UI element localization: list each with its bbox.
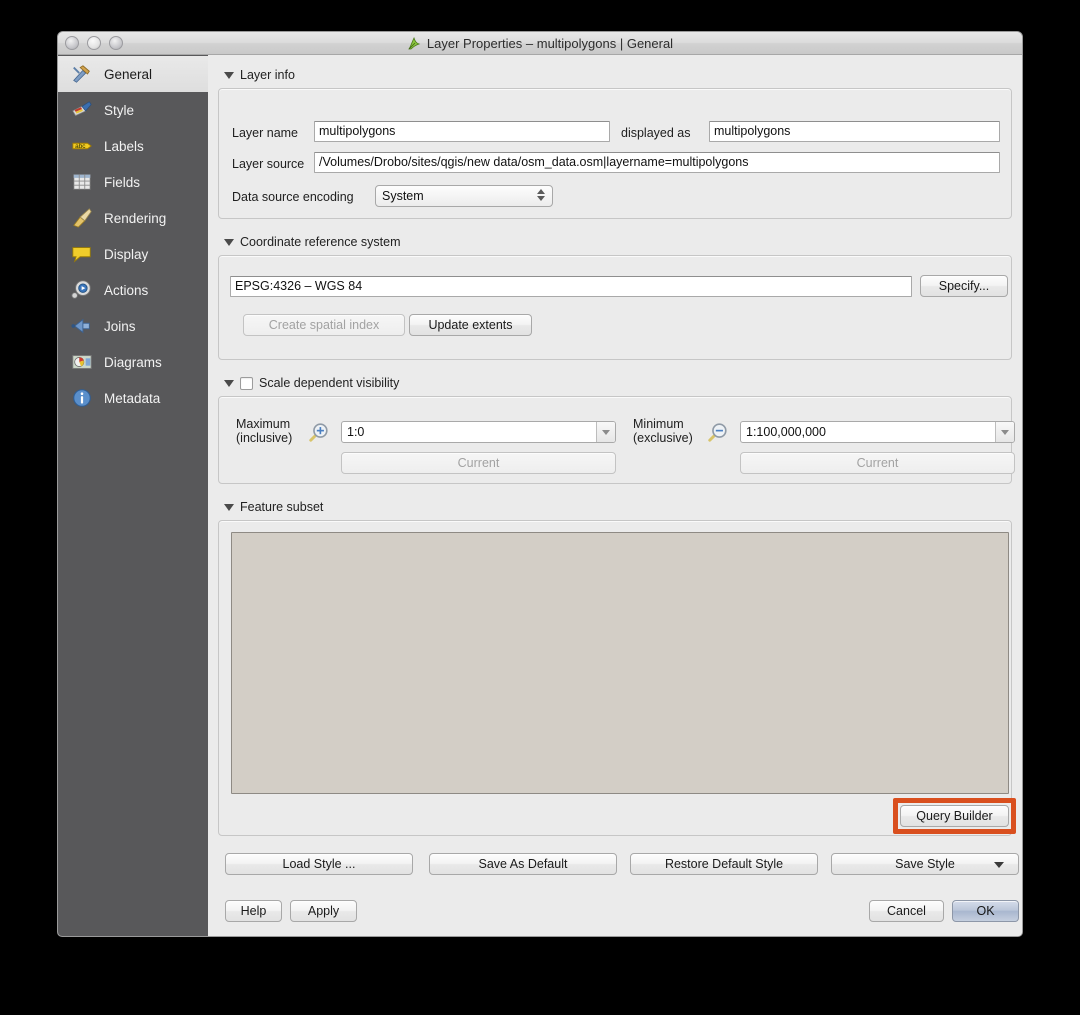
qgis-icon bbox=[407, 37, 421, 51]
sidebar-item-label: Display bbox=[104, 247, 148, 262]
layer-source-label: Layer source bbox=[232, 157, 304, 171]
feature-subset-textarea[interactable] bbox=[231, 532, 1009, 794]
sidebar-item-style[interactable]: Style bbox=[58, 92, 208, 128]
hammer-wrench-icon bbox=[71, 63, 93, 85]
crs-group: EPSG:4326 – WGS 84 Specify... Create spa… bbox=[218, 255, 1012, 360]
chevron-down-icon[interactable] bbox=[995, 422, 1014, 442]
dialog-buttons-row: Help Apply Cancel OK bbox=[218, 900, 1012, 930]
layer-info-section-header[interactable]: Layer info bbox=[224, 65, 1012, 85]
table-grid-icon bbox=[71, 171, 93, 193]
title-bar: Layer Properties – multipolygons | Gener… bbox=[58, 32, 1022, 55]
feature-subset-title: Feature subset bbox=[240, 500, 323, 514]
chevron-down-icon[interactable] bbox=[596, 422, 615, 442]
main-panel: Layer info Layer name multipolygons disp… bbox=[208, 55, 1022, 937]
data-source-encoding-label: Data source encoding bbox=[232, 190, 354, 204]
minimum-scale-select[interactable]: 1:100,000,000 bbox=[740, 421, 1015, 443]
stepper-icon bbox=[537, 189, 545, 201]
sidebar-item-label: General bbox=[104, 67, 152, 82]
restore-default-style-button[interactable]: Restore Default Style bbox=[630, 853, 818, 875]
sidebar-item-label: Diagrams bbox=[104, 355, 162, 370]
crs-input[interactable]: EPSG:4326 – WGS 84 bbox=[230, 276, 912, 297]
sidebar: General Style abc Labels bbox=[58, 55, 208, 937]
sidebar-item-fields[interactable]: Fields bbox=[58, 164, 208, 200]
scale-dependent-visibility-checkbox[interactable] bbox=[240, 377, 253, 390]
help-button[interactable]: Help bbox=[225, 900, 282, 922]
zoom-in-icon bbox=[308, 421, 330, 443]
zoom-out-icon bbox=[707, 421, 729, 443]
displayed-as-label: displayed as bbox=[621, 126, 691, 140]
svg-text:abc: abc bbox=[75, 143, 86, 150]
sidebar-item-label: Joins bbox=[104, 319, 136, 334]
paint-brush-icon bbox=[71, 99, 93, 121]
window-body: General Style abc Labels bbox=[58, 55, 1022, 937]
style-buttons-row: Load Style ... Save As Default Restore D… bbox=[218, 853, 1012, 883]
sidebar-item-label: Metadata bbox=[104, 391, 160, 406]
sidebar-item-display[interactable]: Display bbox=[58, 236, 208, 272]
maximum-scale-label: Maximum (inclusive) bbox=[236, 417, 292, 445]
save-style-label: Save Style bbox=[895, 857, 955, 871]
speech-bubble-icon bbox=[71, 243, 93, 265]
sidebar-item-label: Style bbox=[104, 103, 134, 118]
save-style-button[interactable]: Save Style bbox=[831, 853, 1019, 875]
sidebar-item-label: Actions bbox=[104, 283, 148, 298]
chevron-down-icon bbox=[224, 239, 234, 246]
crs-section-header[interactable]: Coordinate reference system bbox=[224, 232, 1012, 252]
minimum-scale-value: 1:100,000,000 bbox=[746, 425, 826, 439]
sidebar-item-joins[interactable]: Joins bbox=[58, 308, 208, 344]
sidebar-item-label: Fields bbox=[104, 175, 140, 190]
displayed-as-input[interactable]: multipolygons bbox=[709, 121, 1000, 142]
layer-properties-window: Layer Properties – multipolygons | Gener… bbox=[57, 31, 1023, 937]
window-title: Layer Properties – multipolygons | Gener… bbox=[427, 36, 673, 51]
sidebar-item-actions[interactable]: Actions bbox=[58, 272, 208, 308]
query-builder-highlight-annotation bbox=[893, 798, 1016, 834]
chevron-down-icon bbox=[224, 380, 234, 387]
data-source-encoding-value: System bbox=[382, 189, 424, 203]
current-minimum-button: Current bbox=[740, 452, 1015, 474]
cancel-button[interactable]: Cancel bbox=[869, 900, 944, 922]
broom-icon bbox=[71, 207, 93, 229]
layer-info-group: Layer name multipolygons displayed as mu… bbox=[218, 88, 1012, 219]
sidebar-item-label: Labels bbox=[104, 139, 144, 154]
sidebar-item-general[interactable]: General bbox=[58, 56, 208, 92]
info-icon bbox=[71, 387, 93, 409]
chevron-down-icon bbox=[224, 504, 234, 511]
scale-visibility-title: Scale dependent visibility bbox=[259, 376, 399, 390]
scale-visibility-group: Maximum (inclusive) 1:0 Current Minimum … bbox=[218, 396, 1012, 484]
sidebar-item-metadata[interactable]: Metadata bbox=[58, 380, 208, 416]
maximum-scale-value: 1:0 bbox=[347, 425, 364, 439]
sidebar-item-label: Rendering bbox=[104, 211, 166, 226]
update-extents-button[interactable]: Update extents bbox=[409, 314, 532, 336]
abc-label-icon: abc bbox=[71, 135, 93, 157]
sidebar-item-diagrams[interactable]: Diagrams bbox=[58, 344, 208, 380]
chevron-down-icon bbox=[224, 72, 234, 79]
minimum-scale-label: Minimum (exclusive) bbox=[633, 417, 693, 445]
sidebar-item-labels[interactable]: abc Labels bbox=[58, 128, 208, 164]
maximum-scale-select[interactable]: 1:0 bbox=[341, 421, 616, 443]
apply-button[interactable]: Apply bbox=[290, 900, 357, 922]
ok-button[interactable]: OK bbox=[952, 900, 1019, 922]
crs-title: Coordinate reference system bbox=[240, 235, 401, 249]
save-as-default-button[interactable]: Save As Default bbox=[429, 853, 617, 875]
gear-play-icon bbox=[71, 279, 93, 301]
layer-name-label: Layer name bbox=[232, 126, 298, 140]
load-style-button[interactable]: Load Style ... bbox=[225, 853, 413, 875]
layer-info-title: Layer info bbox=[240, 68, 295, 82]
data-source-encoding-select[interactable]: System bbox=[375, 185, 553, 207]
layer-name-input[interactable]: multipolygons bbox=[314, 121, 610, 142]
layer-source-input[interactable]: /Volumes/Drobo/sites/qgis/new data/osm_d… bbox=[314, 152, 1000, 173]
feature-subset-section-header[interactable]: Feature subset bbox=[224, 497, 1012, 517]
sidebar-item-rendering[interactable]: Rendering bbox=[58, 200, 208, 236]
pie-chart-icon bbox=[71, 351, 93, 373]
create-spatial-index-button: Create spatial index bbox=[243, 314, 405, 336]
scale-visibility-section-header[interactable]: Scale dependent visibility bbox=[224, 373, 1012, 393]
window-title-wrap: Layer Properties – multipolygons | Gener… bbox=[58, 32, 1022, 55]
current-maximum-button: Current bbox=[341, 452, 616, 474]
chevron-down-icon[interactable] bbox=[994, 862, 1004, 868]
arrow-join-icon bbox=[71, 315, 93, 337]
specify-crs-button[interactable]: Specify... bbox=[920, 275, 1008, 297]
feature-subset-group: Query Builder bbox=[218, 520, 1012, 836]
